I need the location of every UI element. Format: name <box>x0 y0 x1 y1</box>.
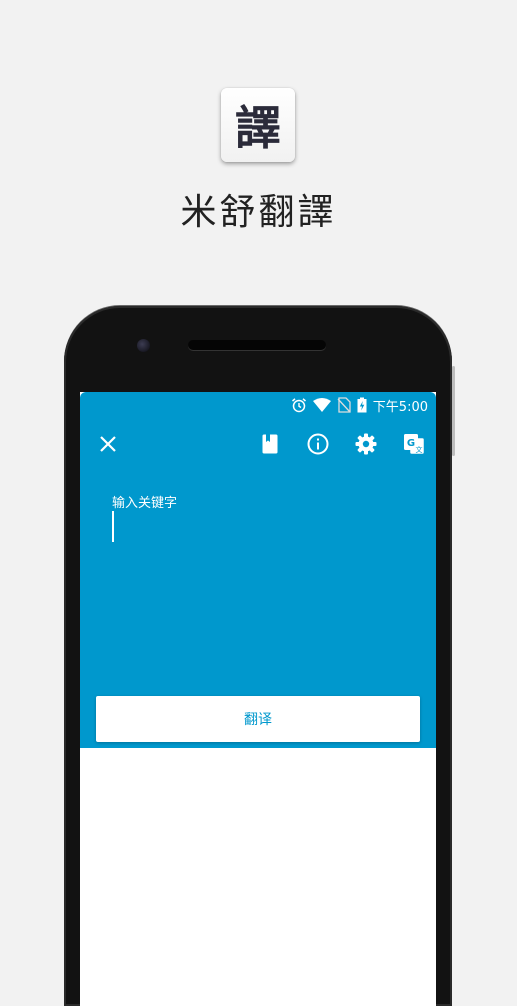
front-camera <box>137 339 150 352</box>
translate-button[interactable]: 翻译 <box>96 696 420 742</box>
battery-charging-icon <box>357 397 367 413</box>
dictionary-book-icon[interactable] <box>258 432 282 456</box>
close-icon[interactable] <box>96 432 120 456</box>
svg-text:G: G <box>407 438 415 449</box>
status-time: 下午5:00 <box>372 399 428 415</box>
app-name-title: 米舒翻譯 <box>180 192 337 233</box>
translate-panel: 下午5:00 G 文 输入关键字 翻译 <box>80 392 436 748</box>
text-cursor[interactable] <box>112 511 114 542</box>
earpiece-speaker <box>188 340 326 350</box>
translate-button-label: 翻译 <box>244 712 272 728</box>
wifi-icon <box>312 398 331 412</box>
phone-frame: 下午5:00 G 文 输入关键字 翻译 <box>64 306 455 1006</box>
phone-side-edge <box>452 366 455 456</box>
app-logo-glyph: 譯 <box>235 101 281 155</box>
info-icon[interactable] <box>306 432 330 456</box>
google-translate-icon[interactable]: G 文 <box>402 432 426 456</box>
app-logo-icon: 譯 <box>221 88 295 162</box>
phone-screen: 下午5:00 G 文 输入关键字 翻译 <box>80 392 436 1006</box>
keyword-input-placeholder: 输入关键字 <box>112 496 178 511</box>
alarm-icon <box>291 398 306 413</box>
status-bar: 下午5:00 <box>291 396 428 415</box>
no-sim-icon <box>337 397 351 413</box>
svg-text:文: 文 <box>416 445 423 454</box>
settings-gear-icon[interactable] <box>354 432 378 456</box>
